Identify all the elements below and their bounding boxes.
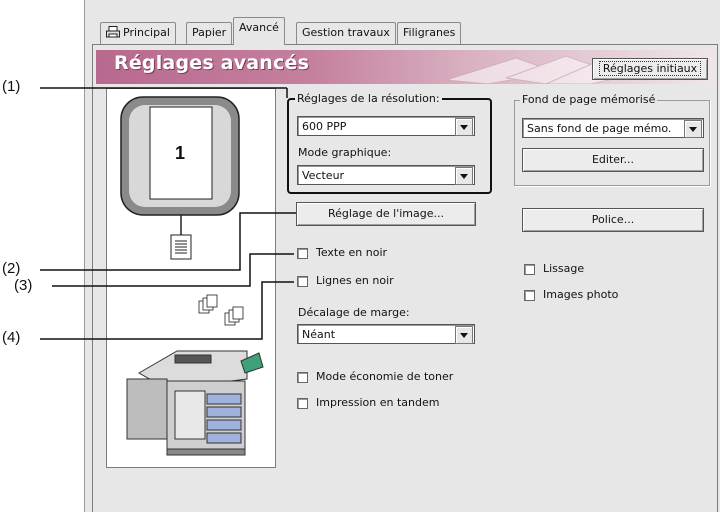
toner-save-checkbox[interactable] — [297, 372, 308, 383]
photo-label: Images photo — [543, 288, 619, 301]
margin-label: Décalage de marge: — [298, 306, 410, 319]
overlay-group-label: Fond de page mémorisé — [520, 93, 658, 106]
overlay-select[interactable]: Sans fond de page mémo. — [522, 118, 704, 138]
toner-save-label: Mode économie de toner — [316, 370, 454, 383]
black-lines-label: Lignes en noir — [316, 274, 394, 287]
preview-graphic — [120, 96, 264, 456]
resolution-select[interactable]: 600 PPP — [297, 116, 475, 136]
tandem-label: Impression en tandem — [316, 396, 440, 409]
callout-3: (3) — [14, 277, 33, 294]
edit-overlay-button[interactable]: Editer... — [522, 148, 704, 172]
preview-page-number: 1 — [175, 143, 186, 163]
print-preview: 1 — [106, 88, 276, 468]
page-title: Réglages avancés — [114, 52, 310, 74]
tab-filigranes[interactable]: Filigranes — [397, 22, 462, 44]
tab-gestion-label: Gestion travaux — [302, 26, 390, 39]
margin-select[interactable]: Néant — [297, 324, 475, 344]
tab-papier[interactable]: Papier — [186, 22, 233, 44]
resolution-value: 600 PPP — [302, 120, 347, 133]
tab-avance[interactable]: Avancé — [233, 17, 285, 45]
smoothing-checkbox[interactable] — [524, 264, 535, 275]
tab-gestion-travaux[interactable]: Gestion travaux — [296, 22, 396, 44]
overlay-group — [514, 100, 710, 186]
margin-value: Néant — [302, 328, 336, 341]
tandem-checkbox[interactable] — [297, 398, 308, 409]
tab-principal[interactable]: Principal — [100, 22, 176, 44]
callout-4: (4) — [2, 329, 21, 346]
graphic-mode-label: Mode graphique: — [298, 146, 392, 159]
callout-1: (1) — [2, 78, 21, 95]
font-button[interactable]: Police... — [522, 208, 704, 232]
margin-dropdown-icon[interactable] — [455, 326, 473, 344]
image-adjust-button[interactable]: Réglage de l'image... — [296, 202, 476, 226]
graphic-mode-dropdown-icon[interactable] — [455, 167, 473, 185]
resolution-group-label: Réglages de la résolution: — [295, 92, 442, 105]
smoothing-label: Lissage — [543, 262, 585, 275]
graphic-mode-value: Vecteur — [302, 169, 345, 182]
reset-defaults-label: Réglages initiaux — [598, 61, 702, 76]
tab-avance-label: Avancé — [239, 21, 279, 34]
reset-defaults-button[interactable]: Réglages initiaux — [592, 58, 708, 80]
overlay-dropdown-icon[interactable] — [684, 120, 702, 138]
printer-icon — [106, 26, 120, 41]
overlay-value: Sans fond de page mémo. — [527, 122, 672, 135]
black-text-label: Texte en noir — [316, 246, 388, 259]
tab-principal-label: Principal — [123, 26, 170, 39]
tab-filigranes-label: Filigranes — [403, 26, 456, 39]
photo-checkbox[interactable] — [524, 290, 535, 301]
resolution-dropdown-icon[interactable] — [455, 118, 473, 136]
black-lines-checkbox[interactable] — [297, 276, 308, 287]
graphic-mode-select[interactable]: Vecteur — [297, 165, 475, 185]
black-text-checkbox[interactable] — [297, 248, 308, 259]
tab-papier-label: Papier — [192, 26, 227, 39]
callout-2: (2) — [2, 260, 21, 277]
